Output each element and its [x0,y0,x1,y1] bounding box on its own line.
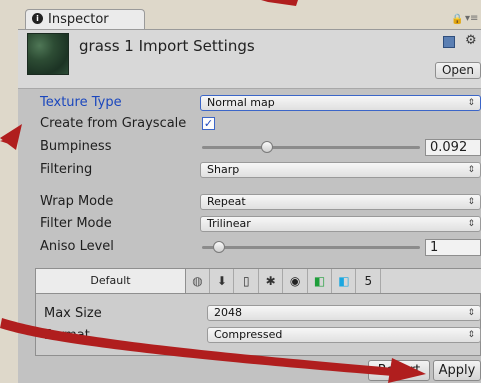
dropdown-arrow-icon: ⇕ [467,98,475,108]
format-value: Compressed [214,328,283,341]
top-annotation-arrow [261,0,298,6]
filter-mode-label: Filter Mode [40,216,112,231]
inspector-tab-label: Inspector [48,12,109,27]
inspector-tab[interactable]: i Inspector [25,9,145,30]
texture-type-value: Normal map [207,96,275,109]
format-dropdown[interactable]: Compressed ⇕ [207,327,481,343]
info-icon: i [32,13,43,24]
create-from-grayscale-label: Create from Grayscale [40,116,187,131]
dropdown-arrow-icon: ⇕ [467,219,475,229]
dropdown-arrow-icon: ⇕ [467,330,475,340]
max-size-value: 2048 [214,306,242,319]
format-label: Format [44,328,90,343]
texture-type-label: Texture Type [40,95,122,110]
wrap-mode-label: Wrap Mode [40,194,114,209]
aniso-level-slider-track[interactable] [202,246,420,249]
gear-icon[interactable]: ⚙ [465,33,477,48]
wrap-mode-dropdown[interactable]: Repeat ⇕ [200,194,481,210]
filter-mode-dropdown[interactable]: Trilinear ⇕ [200,216,481,232]
texture-thumbnail [27,33,69,75]
texture-type-dropdown[interactable]: Normal map ⇕ [200,95,481,111]
left-annotation-arrow-shaft [0,137,12,145]
html5-platform-icon[interactable]: 5 [357,269,381,293]
tab-default[interactable]: Default [36,269,186,293]
filtering-value: Sharp [207,163,240,176]
android-platform-icon[interactable]: ✱ [259,269,284,293]
dropdown-arrow-icon: ⇕ [467,165,475,175]
standalone-platform-icon[interactable]: ⬇ [210,269,235,293]
bumpiness-label: Bumpiness [40,139,112,154]
create-from-grayscale-checkbox[interactable]: ✓ [202,117,215,130]
lock-icon[interactable]: 🔒 [451,14,463,25]
filtering-dropdown[interactable]: Sharp ⇕ [200,162,481,178]
max-size-dropdown[interactable]: 2048 ⇕ [207,305,481,321]
web-platform-icon[interactable]: ◍ [186,269,210,293]
aniso-level-label: Aniso Level [40,239,114,254]
filter-mode-value: Trilinear [207,217,251,230]
bumpiness-slider-track[interactable] [202,146,420,149]
panel-menu-icon[interactable]: ▾≡ [465,13,478,24]
open-button[interactable]: Open [435,62,481,79]
max-size-label: Max Size [44,306,102,321]
page-title: grass 1 Import Settings [79,37,255,55]
revert-button[interactable]: Revert [368,360,430,381]
blackberry-platform-icon[interactable]: ◉ [284,269,308,293]
ios-platform-icon[interactable]: ▯ [235,269,259,293]
dropdown-arrow-icon: ⇕ [467,308,475,318]
filtering-label: Filtering [40,162,93,177]
windows-store-platform-icon[interactable]: ◧ [308,269,332,293]
help-book-icon[interactable] [443,36,455,48]
dropdown-arrow-icon: ⇕ [467,197,475,207]
aniso-level-value-field[interactable]: 1 [425,239,481,256]
wrap-mode-value: Repeat [207,195,246,208]
windows-phone-platform-icon[interactable]: ◧ [332,269,357,293]
bumpiness-value-field[interactable]: 0.092 [425,139,481,156]
apply-button[interactable]: Apply [433,360,481,381]
